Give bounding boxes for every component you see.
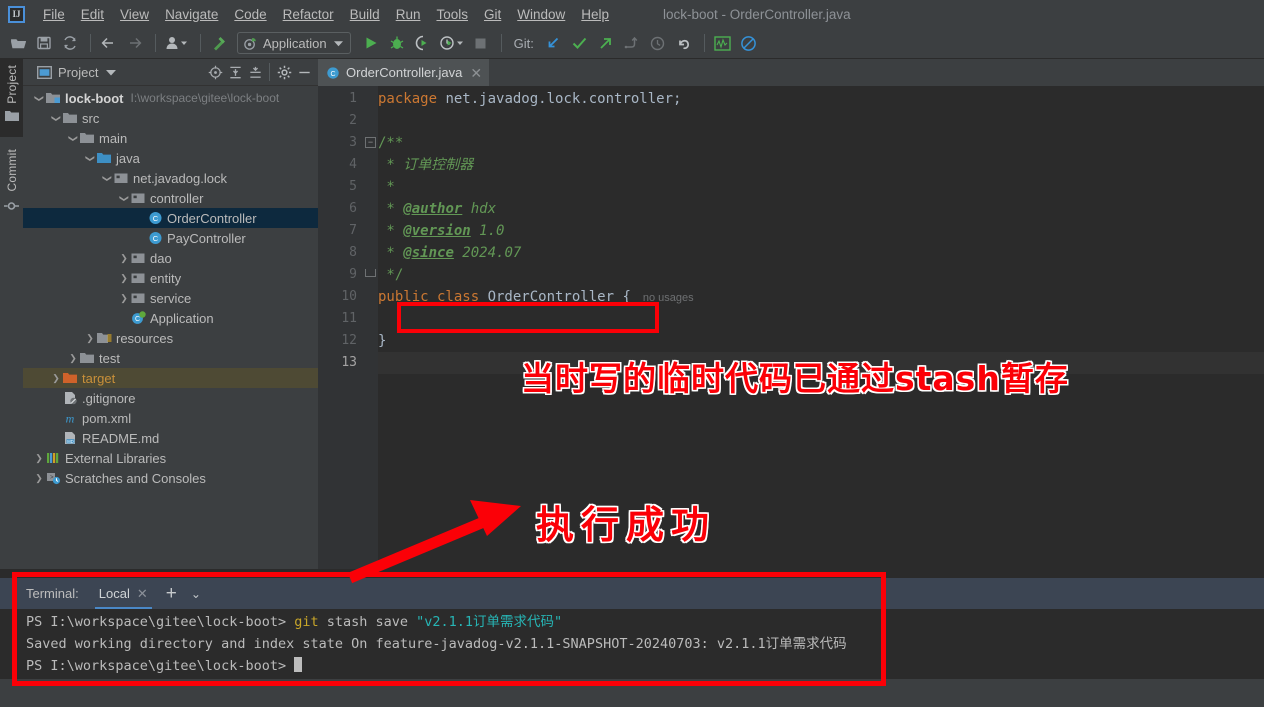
red-highlight-box-terminal — [12, 572, 886, 686]
ide-window: IJ File Edit View Navigate Code Refactor… — [0, 0, 1264, 707]
